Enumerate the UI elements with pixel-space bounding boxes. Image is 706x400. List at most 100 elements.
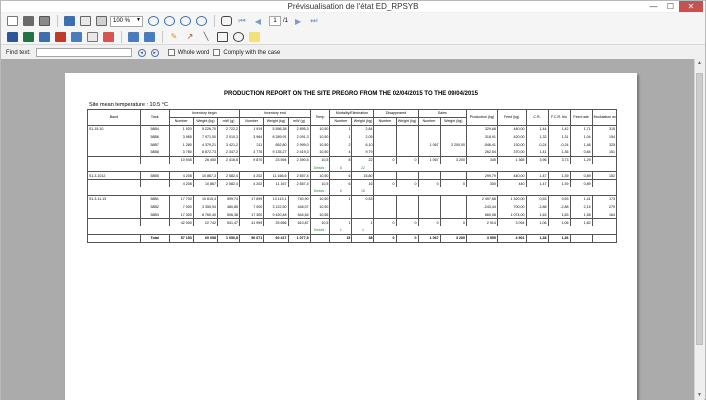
table-cell: 1,31 bbox=[548, 132, 571, 141]
printer-setup-button[interactable] bbox=[37, 15, 51, 28]
table-cell: 2 657,4 bbox=[288, 179, 311, 188]
table-cell: 2 091,3 bbox=[288, 132, 311, 141]
next-page-button[interactable]: ▶ bbox=[291, 15, 305, 28]
table-cell: 2 bbox=[329, 140, 353, 149]
print-button[interactable] bbox=[21, 15, 35, 28]
export-pdf-button[interactable] bbox=[53, 30, 67, 43]
previous-page-button[interactable]: ◀ bbox=[251, 15, 265, 28]
ellipse-button[interactable] bbox=[231, 30, 245, 43]
find-previous-button[interactable]: ◂ bbox=[137, 48, 146, 57]
table-cell: 2 914 bbox=[466, 218, 498, 227]
page-icon bbox=[6, 16, 18, 26]
email-icon bbox=[86, 31, 98, 42]
rectangle-button[interactable] bbox=[215, 30, 229, 43]
subtotal-row: 10 945 26 450 2 416,6 9 870 23 594 2 390,5 10,… bbox=[87, 155, 618, 165]
table-cell bbox=[373, 187, 617, 196]
tank-cell: 58B5 bbox=[140, 171, 170, 180]
table-cell: 0 bbox=[373, 155, 397, 165]
first-page-button[interactable]: ⏮ bbox=[235, 15, 249, 28]
export-html-button[interactable] bbox=[69, 30, 83, 43]
find-text-input[interactable] bbox=[35, 48, 132, 57]
vertical-scrollbar[interactable]: ▲ ▼ bbox=[694, 59, 704, 400]
arrow-button[interactable]: ↗ bbox=[183, 30, 197, 43]
table-cell: 0 bbox=[396, 155, 419, 165]
annotation-button[interactable] bbox=[126, 30, 140, 43]
pdf-icon bbox=[54, 31, 66, 42]
table-cell: 16 bbox=[351, 179, 375, 188]
table-cell: Deads : bbox=[310, 226, 331, 235]
main-toolbar: 100 % ▼ ⏮ ◀ 1 /1 ▶ ⏭ bbox=[1, 13, 705, 29]
deads-row: Deads :6 16 bbox=[87, 187, 617, 196]
print-preview-button[interactable] bbox=[5, 15, 19, 28]
page-number-input[interactable]: 1 bbox=[269, 16, 281, 26]
multi-pages-button[interactable] bbox=[94, 15, 108, 28]
zoom-page-button[interactable] bbox=[178, 15, 192, 28]
header-sales: Sales bbox=[418, 109, 468, 118]
table-cell bbox=[592, 179, 618, 188]
band-cell bbox=[87, 218, 141, 227]
zoom-width-button[interactable] bbox=[194, 15, 208, 28]
preview-viewport[interactable]: PRODUCTION REPORT ON THE SITE PREGRO FRO… bbox=[1, 59, 694, 400]
table-cell bbox=[373, 226, 617, 235]
export-word-button[interactable] bbox=[5, 30, 19, 43]
header-inventory-end: Inventory end bbox=[239, 109, 311, 118]
toolbar-separator bbox=[57, 15, 58, 27]
highlighter-button[interactable] bbox=[247, 30, 261, 43]
table-cell: 152 bbox=[592, 171, 618, 180]
close-button[interactable]: ✕ bbox=[679, 1, 703, 12]
table-cell: 262,54 bbox=[466, 148, 498, 157]
zoom-select[interactable]: 100 % ▼ bbox=[110, 15, 143, 27]
table-cell bbox=[396, 140, 419, 149]
scroll-down-icon[interactable]: ▼ bbox=[695, 391, 704, 400]
minimize-button[interactable]: — bbox=[645, 1, 662, 12]
zoom-in-button[interactable] bbox=[146, 15, 160, 28]
find-next-button[interactable]: ▸ bbox=[150, 48, 159, 57]
table-cell: 2 390,5 bbox=[288, 155, 311, 165]
image-icon bbox=[102, 31, 114, 42]
table-cell: 0 bbox=[373, 233, 397, 243]
table-cell: 1 bbox=[329, 132, 353, 141]
table-cell: 17 300 bbox=[169, 210, 194, 219]
export-xml-button[interactable] bbox=[37, 30, 51, 43]
text-edit-button[interactable] bbox=[142, 30, 156, 43]
last-page-button[interactable]: ⏭ bbox=[307, 15, 321, 28]
table-cell: 1,36 bbox=[548, 233, 571, 243]
table-cell: 7 000 bbox=[169, 203, 194, 211]
maximize-button[interactable]: ☐ bbox=[662, 1, 679, 12]
table-cell: 10 867,3 bbox=[193, 171, 219, 180]
zoom-out-button[interactable] bbox=[162, 15, 176, 28]
deads-row: Deads :8 22 bbox=[87, 164, 617, 172]
line-button[interactable]: ╲ bbox=[199, 30, 213, 43]
table-cell bbox=[440, 132, 468, 141]
table-cell: 42 000 bbox=[169, 218, 194, 227]
table-cell: -2,88 bbox=[548, 203, 571, 211]
band-cell: S1.3.1012 bbox=[87, 171, 141, 180]
scroll-thumb[interactable] bbox=[696, 73, 703, 345]
fit-page-button[interactable] bbox=[62, 15, 76, 28]
table-cell: 2 999,0 bbox=[288, 140, 311, 149]
hand-tool-button[interactable] bbox=[219, 15, 233, 28]
send-email-button[interactable] bbox=[85, 30, 99, 43]
table-cell bbox=[418, 210, 441, 219]
table-cell: 300 bbox=[466, 179, 498, 188]
table-cell bbox=[440, 210, 468, 219]
table-cell: 173 bbox=[592, 194, 618, 204]
match-case-checkbox[interactable] bbox=[213, 49, 221, 56]
table-cell: -2,88 bbox=[526, 203, 549, 211]
tank-cell: 58B6 bbox=[140, 132, 170, 141]
table-cell: 329,68 bbox=[466, 125, 498, 133]
total-label: Total bbox=[140, 233, 170, 243]
whole-word-checkbox[interactable] bbox=[167, 49, 175, 56]
printer-setup-icon bbox=[38, 16, 50, 26]
table-cell: 2 347,2 bbox=[217, 148, 241, 157]
scroll-up-icon[interactable]: ▲ bbox=[695, 59, 704, 68]
table-cell: 1 bbox=[329, 125, 353, 133]
table-cell: 1 067 bbox=[418, 155, 441, 165]
table-cell: 10,50 bbox=[310, 203, 331, 211]
table-cell bbox=[310, 233, 331, 243]
export-image-button[interactable] bbox=[101, 30, 115, 43]
table-row: S1.3.1012 58B5 4 208 10 867,3 2 582,4 4 202 11… bbox=[87, 171, 618, 180]
two-pages-button[interactable] bbox=[78, 15, 92, 28]
export-excel-button[interactable] bbox=[21, 30, 35, 43]
pencil-button[interactable]: ✎ bbox=[167, 30, 181, 43]
